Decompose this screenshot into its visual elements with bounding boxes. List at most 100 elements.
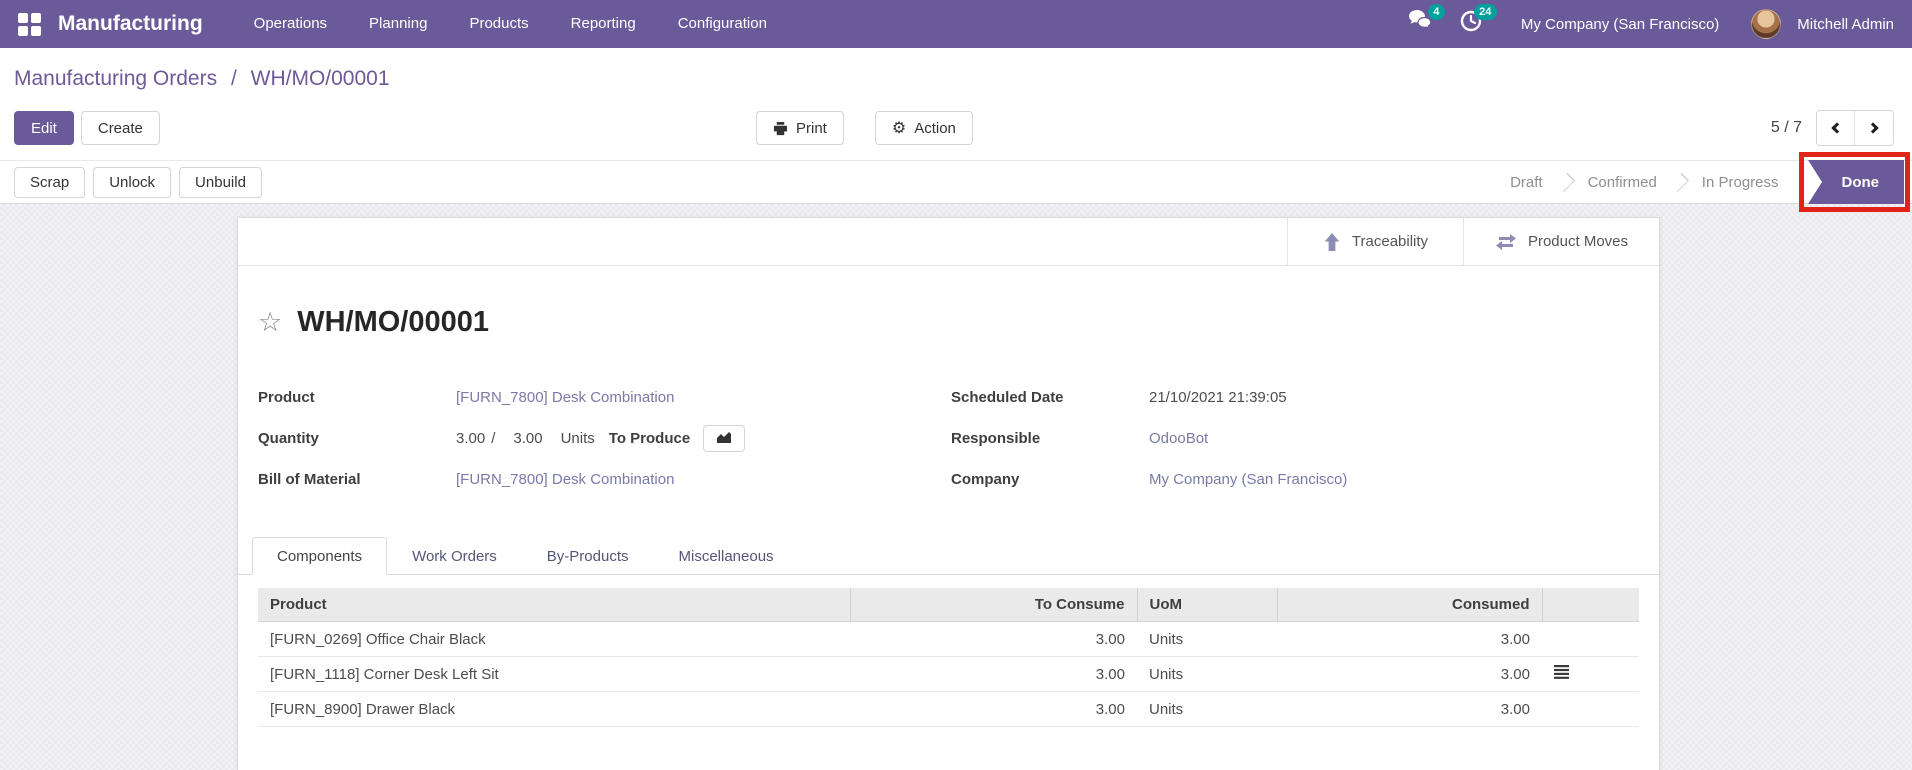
field-product: Product [FURN_7800] Desk Combination <box>258 384 951 411</box>
menu-planning[interactable]: Planning <box>348 0 448 48</box>
apps-grid-icon <box>18 13 41 36</box>
column-header-buttons <box>1542 588 1639 622</box>
field-grid: Product [FURN_7800] Desk Combination Qua… <box>238 340 1659 493</box>
lots-list-icon[interactable] <box>1554 665 1569 679</box>
menu-configuration[interactable]: Configuration <box>657 0 788 48</box>
breadcrumb: Manufacturing Orders / WH/MO/00001 <box>14 64 1894 94</box>
pager-previous-button[interactable] <box>1817 111 1855 145</box>
tab-miscellaneous[interactable]: Miscellaneous <box>654 537 799 574</box>
field-label: Quantity <box>258 430 456 447</box>
status-bar: Scrap Unlock Unbuild Draft Confirmed In … <box>0 160 1912 204</box>
print-button[interactable]: Print <box>756 111 844 145</box>
field-quantity: Quantity 3.00 / 3.00 Units To Produce <box>258 425 951 452</box>
stage-confirmed[interactable]: Confirmed <box>1573 174 1672 191</box>
unbuild-button[interactable]: Unbuild <box>179 167 262 198</box>
table-row[interactable]: [FURN_8900] Drawer Black 3.00 Units 3.00 <box>258 692 1639 727</box>
user-avatar[interactable] <box>1751 9 1781 39</box>
field-label: Product <box>258 389 456 406</box>
pager-counter: 5 / 7 <box>1771 119 1802 137</box>
column-header-consumed[interactable]: Consumed <box>1277 588 1542 622</box>
form-buttons: Edit Create <box>14 111 160 145</box>
form-sheet: Traceability Product Moves ☆ WH/MO/00001… <box>237 217 1660 770</box>
components-table: Product To Consume UoM Consumed [FURN_02… <box>258 588 1639 727</box>
scrap-button[interactable]: Scrap <box>14 167 85 198</box>
field-bill-of-material: Bill of Material [FURN_7800] Desk Combin… <box>258 466 951 493</box>
quantity-value: 3.00 / 3.00 Units To Produce <box>456 425 745 452</box>
field-label: Bill of Material <box>258 471 456 488</box>
control-panel-buttons: Edit Create Print ⚙ Action 5 / 7 <box>14 110 1894 146</box>
action-button[interactable]: ⚙ Action <box>875 111 973 145</box>
action-buttons: Print ⚙ Action <box>756 111 973 145</box>
field-label: Responsible <box>951 430 1149 447</box>
navbar-right: 4 24 My Company (San Francisco) Mitchell… <box>1407 9 1894 39</box>
printer-icon <box>773 121 788 136</box>
field-responsible: Responsible OdooBot <box>951 425 1639 452</box>
menu-products[interactable]: Products <box>448 0 549 48</box>
record-title: WH/MO/00001 <box>297 304 489 340</box>
company-link[interactable]: My Company (San Francisco) <box>1149 471 1347 488</box>
messages-badge: 4 <box>1428 4 1445 20</box>
bill-of-material-link[interactable]: [FURN_7800] Desk Combination <box>456 471 674 488</box>
breadcrumb-current: WH/MO/00001 <box>251 67 390 90</box>
tab-by-products[interactable]: By-Products <box>522 537 654 574</box>
area-chart-icon <box>716 431 732 447</box>
pager-buttons <box>1816 110 1894 146</box>
tab-work-orders[interactable]: Work Orders <box>387 537 522 574</box>
favorite-star-icon[interactable]: ☆ <box>258 304 282 340</box>
user-menu[interactable]: Mitchell Admin <box>1797 16 1894 33</box>
main-content: Traceability Product Moves ☆ WH/MO/00001… <box>0 204 1912 770</box>
chevron-right-icon <box>1867 122 1878 133</box>
tab-components[interactable]: Components <box>252 537 387 575</box>
navbar-left: Manufacturing Operations Planning Produc… <box>10 0 788 48</box>
breadcrumb-parent-link[interactable]: Manufacturing Orders <box>14 67 217 90</box>
field-scheduled-date: Scheduled Date 21/10/2021 21:39:05 <box>951 384 1639 411</box>
table-header-row: Product To Consume UoM Consumed <box>258 588 1639 622</box>
field-company: Company My Company (San Francisco) <box>951 466 1639 493</box>
field-label: Scheduled Date <box>951 389 1149 406</box>
app-title[interactable]: Manufacturing <box>58 12 203 36</box>
table-row[interactable]: [FURN_0269] Office Chair Black 3.00 Unit… <box>258 622 1639 657</box>
odoo-window: Manufacturing Operations Planning Produc… <box>0 0 1912 770</box>
title-row: ☆ WH/MO/00001 <box>238 266 1659 340</box>
menu-reporting[interactable]: Reporting <box>550 0 657 48</box>
responsible-link[interactable]: OdooBot <box>1149 430 1208 447</box>
pager: 5 / 7 <box>1771 110 1894 146</box>
stage-draft[interactable]: Draft <box>1495 174 1558 191</box>
control-panel: Manufacturing Orders / WH/MO/00001 Edit … <box>0 48 1912 160</box>
chevron-left-icon <box>1831 122 1842 133</box>
field-column-right: Scheduled Date 21/10/2021 21:39:05 Respo… <box>951 384 1639 493</box>
edit-button[interactable]: Edit <box>14 111 74 145</box>
menu-operations[interactable]: Operations <box>233 0 348 48</box>
stage-done-wrapper: Done <box>1808 160 1905 204</box>
gear-icon: ⚙ <box>892 118 906 138</box>
table-row[interactable]: [FURN_1118] Corner Desk Left Sit 3.00 Un… <box>258 657 1639 692</box>
product-moves-button[interactable]: Product Moves <box>1463 218 1659 265</box>
exchange-arrows-icon <box>1495 233 1517 251</box>
company-switcher[interactable]: My Company (San Francisco) <box>1521 16 1719 33</box>
messages-button[interactable]: 4 <box>1407 11 1435 37</box>
traceability-button[interactable]: Traceability <box>1287 218 1463 265</box>
stage-in-progress[interactable]: In Progress <box>1687 174 1794 191</box>
arrow-up-icon <box>1323 233 1341 251</box>
activities-button[interactable]: 24 <box>1459 11 1487 37</box>
statusbar-buttons: Scrap Unlock Unbuild <box>14 167 262 198</box>
column-header-to-consume[interactable]: To Consume <box>850 588 1137 622</box>
stage-done[interactable]: Done <box>1808 160 1905 204</box>
activities-badge: 24 <box>1474 4 1497 20</box>
stat-button-box: Traceability Product Moves <box>238 218 1659 266</box>
column-header-product[interactable]: Product <box>258 588 850 622</box>
field-label: Company <box>951 471 1149 488</box>
notebook-tabs: Components Work Orders By-Products Misce… <box>238 537 1659 575</box>
forecast-report-button[interactable] <box>703 425 745 452</box>
unlock-button[interactable]: Unlock <box>93 167 171 198</box>
scheduled-date-value: 21/10/2021 21:39:05 <box>1149 389 1287 406</box>
pager-next-button[interactable] <box>1855 111 1893 145</box>
product-link[interactable]: [FURN_7800] Desk Combination <box>456 389 674 406</box>
stage-pipeline: Draft Confirmed In Progress Done <box>1495 161 1912 203</box>
breadcrumb-separator: / <box>231 67 237 90</box>
apps-menu-button[interactable] <box>10 0 48 48</box>
field-column-left: Product [FURN_7800] Desk Combination Qua… <box>258 384 951 493</box>
top-navbar: Manufacturing Operations Planning Produc… <box>0 0 1912 48</box>
create-button[interactable]: Create <box>81 111 160 145</box>
column-header-uom[interactable]: UoM <box>1137 588 1277 622</box>
